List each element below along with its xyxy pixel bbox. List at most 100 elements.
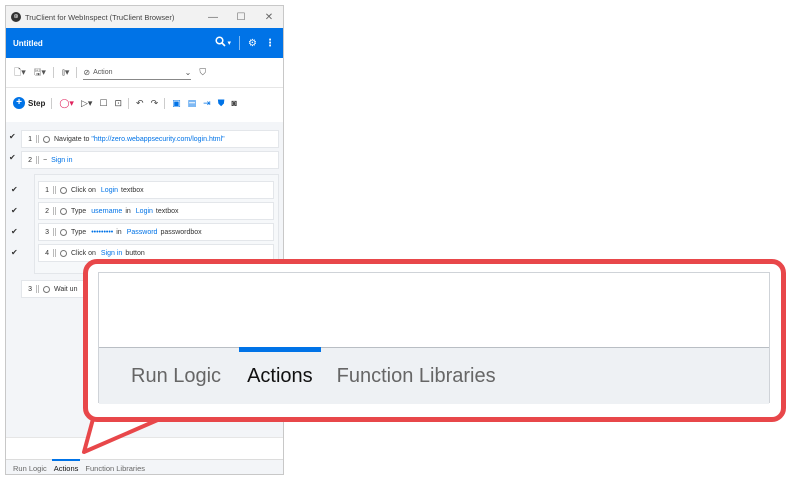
step-over-icon[interactable]: ⊡ <box>114 98 122 109</box>
substep-object-link[interactable]: Password <box>127 229 158 236</box>
check-icon: ✔ <box>11 206 18 215</box>
maximize-button[interactable]: ☐ <box>227 12 255 23</box>
zoomed-tab-bar: Run Logic Actions Function Libraries <box>99 347 769 404</box>
step-url-link[interactable]: "http://zero.webappsecurity.com/login.ht… <box>91 136 224 143</box>
step-number: 1 <box>28 135 32 143</box>
gear-icon[interactable]: ⚙ <box>248 38 257 49</box>
zoom-panel: Run Logic Actions Function Libraries <box>98 272 770 404</box>
document-title: Untitled <box>13 38 43 48</box>
step-number: 2 <box>28 156 32 164</box>
tab-run-logic[interactable]: Run Logic <box>13 460 47 474</box>
check-icon: ✔ <box>11 185 18 194</box>
bar-chart-icon[interactable]: ⫾▾ <box>62 67 69 78</box>
document-header: Untitled ▾ ⚙ ⋮ <box>6 28 283 58</box>
substep-row-2[interactable]: 2 Type username in Login textbox <box>38 202 274 220</box>
save-icon[interactable]: 🖫▾ <box>34 65 46 81</box>
drag-handle-icon[interactable] <box>36 285 39 293</box>
substep-value-link[interactable]: ••••••••• <box>91 229 113 236</box>
substep-number: 3 <box>45 228 49 236</box>
drag-handle-icon[interactable] <box>53 249 56 257</box>
toolbar-divider <box>164 97 166 109</box>
document-icon[interactable]: ▤ <box>188 98 197 109</box>
substep-object-link[interactable]: Login <box>101 187 118 194</box>
login-icon[interactable]: ⇥ <box>203 98 211 109</box>
globe-icon <box>43 285 50 293</box>
toolbar-divider <box>128 97 130 109</box>
substep-type: button <box>125 249 145 257</box>
action-select[interactable]: ⊘ Action ⌄ <box>83 66 192 80</box>
check-icon: ✔ <box>9 132 16 141</box>
step-toolbar: + Step ◯▾ ▷▾ ☐ ⊡ ↶ ↷ ▣ ▤ ⇥ ⛊ ◙ <box>6 90 283 116</box>
substep-object-link[interactable]: Login <box>136 208 153 215</box>
bottom-input-area[interactable] <box>6 437 283 459</box>
plus-icon: + <box>13 97 25 109</box>
substep-value-link[interactable]: username <box>91 208 122 215</box>
drag-handle-icon[interactable] <box>53 186 56 194</box>
step-group-name[interactable]: Sign in <box>51 157 72 164</box>
substep-preposition: in <box>125 207 131 215</box>
window-title: TruClient for WebInspect (TruClient Brow… <box>25 12 175 22</box>
substep-type: passwordbox <box>160 228 202 236</box>
stop-icon[interactable]: ☐ <box>99 98 107 109</box>
camera-icon[interactable]: ◙ <box>231 98 236 108</box>
toolbar-divider <box>52 67 54 78</box>
search-icon[interactable] <box>214 36 226 50</box>
file-toolbar: 🗋▾ 🖫▾ ⫾▾ ⊘ Action ⌄ ⛉ <box>6 58 283 88</box>
check-icon: ✔ <box>11 227 18 236</box>
drag-handle-icon[interactable] <box>36 156 39 164</box>
step-text: Wait un <box>54 285 78 293</box>
step-row-1[interactable]: 1 Navigate to "http://zero.webappsecurit… <box>21 130 279 148</box>
globe-icon <box>60 186 67 194</box>
toolbar-divider <box>51 97 53 109</box>
globe-icon <box>60 249 67 257</box>
step-row-2[interactable]: 2 − Sign in <box>21 151 279 169</box>
calendar-icon[interactable]: ▣ <box>172 98 181 109</box>
action-circle-icon: ⊘ <box>83 67 91 77</box>
shield-icon[interactable]: ⛊ <box>218 98 225 109</box>
substep-verb: Type <box>71 228 87 236</box>
chevron-down-icon[interactable]: ▾ <box>228 39 232 47</box>
header-divider <box>239 36 241 50</box>
substep-number: 2 <box>45 207 49 215</box>
minimize-button[interactable]: — <box>199 12 227 23</box>
drag-handle-icon[interactable] <box>53 228 56 236</box>
zoomed-tab-run-logic[interactable]: Run Logic <box>131 348 221 404</box>
globe-icon <box>43 135 50 143</box>
substep-number: 1 <box>45 186 49 194</box>
globe-icon <box>60 228 67 236</box>
redo-icon[interactable]: ↷ <box>151 98 159 109</box>
zoom-callout: Run Logic Actions Function Libraries <box>83 259 786 422</box>
app-logo-icon: ⊛ <box>11 12 21 22</box>
chevron-down-icon: ⌄ <box>184 67 192 77</box>
title-bar: ⊛ TruClient for WebInspect (TruClient Br… <box>6 6 283 28</box>
bottom-tab-bar: Run Logic Actions Function Libraries <box>6 459 283 474</box>
close-button[interactable]: ✕ <box>255 12 283 23</box>
substep-type: textbox <box>155 207 179 215</box>
substep-row-3[interactable]: 3 Type ••••••••• in Password passwordbox <box>38 223 274 241</box>
collapse-icon[interactable]: − <box>43 157 47 164</box>
substep-verb: Click on <box>71 186 96 194</box>
filter-icon[interactable]: ⛉ <box>199 67 206 78</box>
add-step-button[interactable]: + Step <box>13 97 45 109</box>
tab-actions[interactable]: Actions <box>51 459 80 474</box>
record-icon[interactable]: ◯▾ <box>59 98 74 109</box>
substep-row-1[interactable]: 1 Click on Login textbox <box>38 181 274 199</box>
new-file-icon[interactable]: 🗋▾ <box>14 65 26 81</box>
substep-object-link[interactable]: Sign in <box>101 250 122 257</box>
toolbar-divider <box>76 67 78 78</box>
tab-function-libraries[interactable]: Function Libraries <box>85 460 145 474</box>
check-icon: ✔ <box>9 153 16 162</box>
play-icon[interactable]: ▷▾ <box>81 98 92 109</box>
undo-icon[interactable]: ↶ <box>136 98 144 109</box>
substep-verb: Click on <box>71 249 96 257</box>
zoomed-tab-actions[interactable]: Actions <box>239 347 321 404</box>
substep-type: textbox <box>121 186 144 194</box>
substep-preposition: in <box>116 228 122 236</box>
more-menu-icon[interactable]: ⋮ <box>265 38 275 49</box>
substep-verb: Type <box>71 207 87 215</box>
drag-handle-icon[interactable] <box>53 207 56 215</box>
zoomed-tab-function-libraries[interactable]: Function Libraries <box>337 348 496 404</box>
drag-handle-icon[interactable] <box>36 135 39 143</box>
step-button-label: Step <box>28 98 46 108</box>
check-icon: ✔ <box>11 248 18 257</box>
